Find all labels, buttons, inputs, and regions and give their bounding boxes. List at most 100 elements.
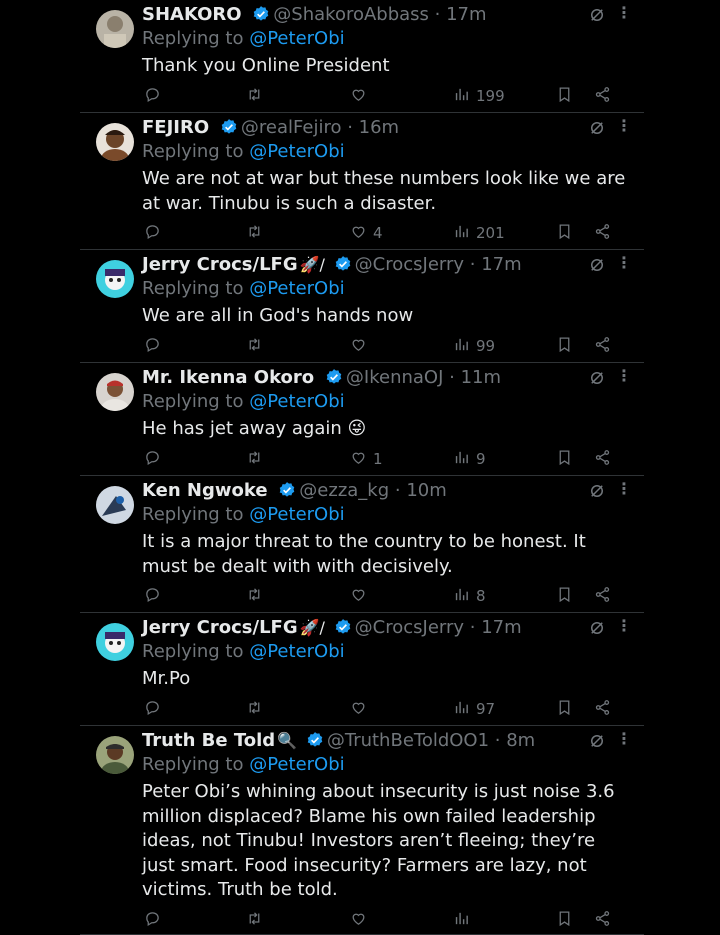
user-handle[interactable]: @realFejiro [241,117,342,138]
like-button[interactable]: 1 [350,448,383,470]
retweet-button[interactable] [246,698,269,720]
user-handle[interactable]: @ezza_kg [299,480,389,501]
reply-button[interactable] [144,222,167,244]
retweet-button[interactable] [246,85,269,107]
bookmark-button[interactable] [556,585,573,607]
display-name[interactable]: Ken Ngwoke [142,480,268,501]
like-button[interactable] [350,909,373,931]
reply-button[interactable] [144,698,167,720]
retweet-button[interactable] [246,448,269,470]
reply-tweet[interactable]: FEJIRO @realFejiro · 16m ⋮ Replying to @… [80,113,644,250]
share-button[interactable] [594,448,611,470]
reply-tweet[interactable]: Ken Ngwoke @ezza_kg · 10m ⋮ Replying to … [80,476,644,613]
mention-link[interactable]: @PeterObi [249,391,344,412]
timestamp[interactable]: 17m [481,617,521,638]
like-button[interactable] [350,585,373,607]
share-button[interactable] [594,335,611,357]
timestamp[interactable]: 17m [446,4,486,25]
verified-badge-icon [307,732,323,747]
avatar[interactable] [96,623,134,661]
display-name[interactable]: FEJIRO [142,117,209,138]
timestamp[interactable]: 16m [359,117,399,138]
avatar[interactable] [96,123,134,161]
avatar[interactable] [96,736,134,774]
reply-tweet[interactable]: Jerry Crocs/LFG 🚀/ @CrocsJerry · 17m ⋮ Re… [80,613,644,726]
timestamp[interactable]: 10m [406,480,446,501]
user-handle[interactable]: @CrocsJerry [355,254,464,275]
timestamp[interactable]: 17m [481,254,521,275]
display-name[interactable]: Truth Be Told [142,730,275,751]
grok-icon[interactable] [588,482,606,500]
reply-tweet[interactable]: SHAKORO @ShakoroAbbass · 17m ⋮ Replying … [80,0,644,113]
share-button[interactable] [594,585,611,607]
more-options-icon[interactable]: ⋮ [616,730,632,748]
separator-dot: · [464,254,482,275]
user-handle[interactable]: @IkennaOJ [346,367,444,388]
bookmark-button[interactable] [556,85,573,107]
views-button[interactable] [453,909,476,931]
reply-tweet[interactable]: Truth Be Told 🔍 @TruthBeToldOO1 · 8m ⋮ Re… [80,726,644,935]
bookmark-button[interactable] [556,909,573,931]
mention-link[interactable]: @PeterObi [249,754,344,775]
mention-link[interactable]: @PeterObi [249,641,344,662]
retweet-button[interactable] [246,585,269,607]
like-button[interactable] [350,698,373,720]
share-button[interactable] [594,698,611,720]
reply-button[interactable] [144,585,167,607]
reply-tweet[interactable]: Jerry Crocs/LFG 🚀/ @CrocsJerry · 17m ⋮ Re… [80,250,644,363]
more-options-icon[interactable]: ⋮ [616,367,632,385]
more-options-icon[interactable]: ⋮ [616,254,632,272]
more-options-icon[interactable]: ⋮ [616,480,632,498]
bookmark-button[interactable] [556,222,573,244]
mention-link[interactable]: @PeterObi [249,278,344,299]
user-handle[interactable]: @TruthBeToldOO1 [327,730,489,751]
like-button[interactable]: 4 [350,222,383,244]
like-button[interactable] [350,335,373,357]
display-name[interactable]: Mr. Ikenna Okoro [142,367,314,388]
retweet-button[interactable] [246,335,269,357]
grok-icon[interactable] [588,119,606,137]
reply-button[interactable] [144,335,167,357]
bookmark-button[interactable] [556,698,573,720]
share-button[interactable] [594,222,611,244]
more-options-icon[interactable]: ⋮ [616,117,632,135]
bookmark-button[interactable] [556,335,573,357]
like-button[interactable] [350,85,373,107]
grok-icon[interactable] [588,369,606,387]
mention-link[interactable]: @PeterObi [249,504,344,525]
views-button[interactable]: 201 [453,222,505,244]
more-options-icon[interactable]: ⋮ [616,4,632,22]
mention-link[interactable]: @PeterObi [249,141,344,162]
grok-icon[interactable] [588,732,606,750]
bookmark-button[interactable] [556,448,573,470]
grok-icon[interactable] [588,256,606,274]
user-handle[interactable]: @CrocsJerry [355,617,464,638]
views-button[interactable]: 8 [453,585,486,607]
views-button[interactable]: 99 [453,335,495,357]
user-handle[interactable]: @ShakoroAbbass [273,4,429,25]
share-button[interactable] [594,85,611,107]
avatar[interactable] [96,260,134,298]
timestamp[interactable]: 11m [461,367,501,388]
reply-button[interactable] [144,85,167,107]
avatar[interactable] [96,373,134,411]
reply-button[interactable] [144,909,167,931]
grok-icon[interactable] [588,6,606,24]
retweet-button[interactable] [246,909,269,931]
retweet-button[interactable] [246,222,269,244]
timestamp[interactable]: 8m [506,730,535,751]
reply-button[interactable] [144,448,167,470]
views-button[interactable]: 9 [453,448,486,470]
display-name[interactable]: SHAKORO [142,4,242,25]
avatar[interactable] [96,486,134,524]
reply-tweet[interactable]: Mr. Ikenna Okoro @IkennaOJ · 11m ⋮ Reply… [80,363,644,476]
views-button[interactable]: 199 [453,85,505,107]
display-name[interactable]: Jerry Crocs/LFG [142,254,298,275]
grok-icon[interactable] [588,619,606,637]
avatar[interactable] [96,10,134,48]
share-button[interactable] [594,909,611,931]
mention-link[interactable]: @PeterObi [249,28,344,49]
more-options-icon[interactable]: ⋮ [616,617,632,635]
views-button[interactable]: 97 [453,698,495,720]
display-name[interactable]: Jerry Crocs/LFG [142,617,298,638]
